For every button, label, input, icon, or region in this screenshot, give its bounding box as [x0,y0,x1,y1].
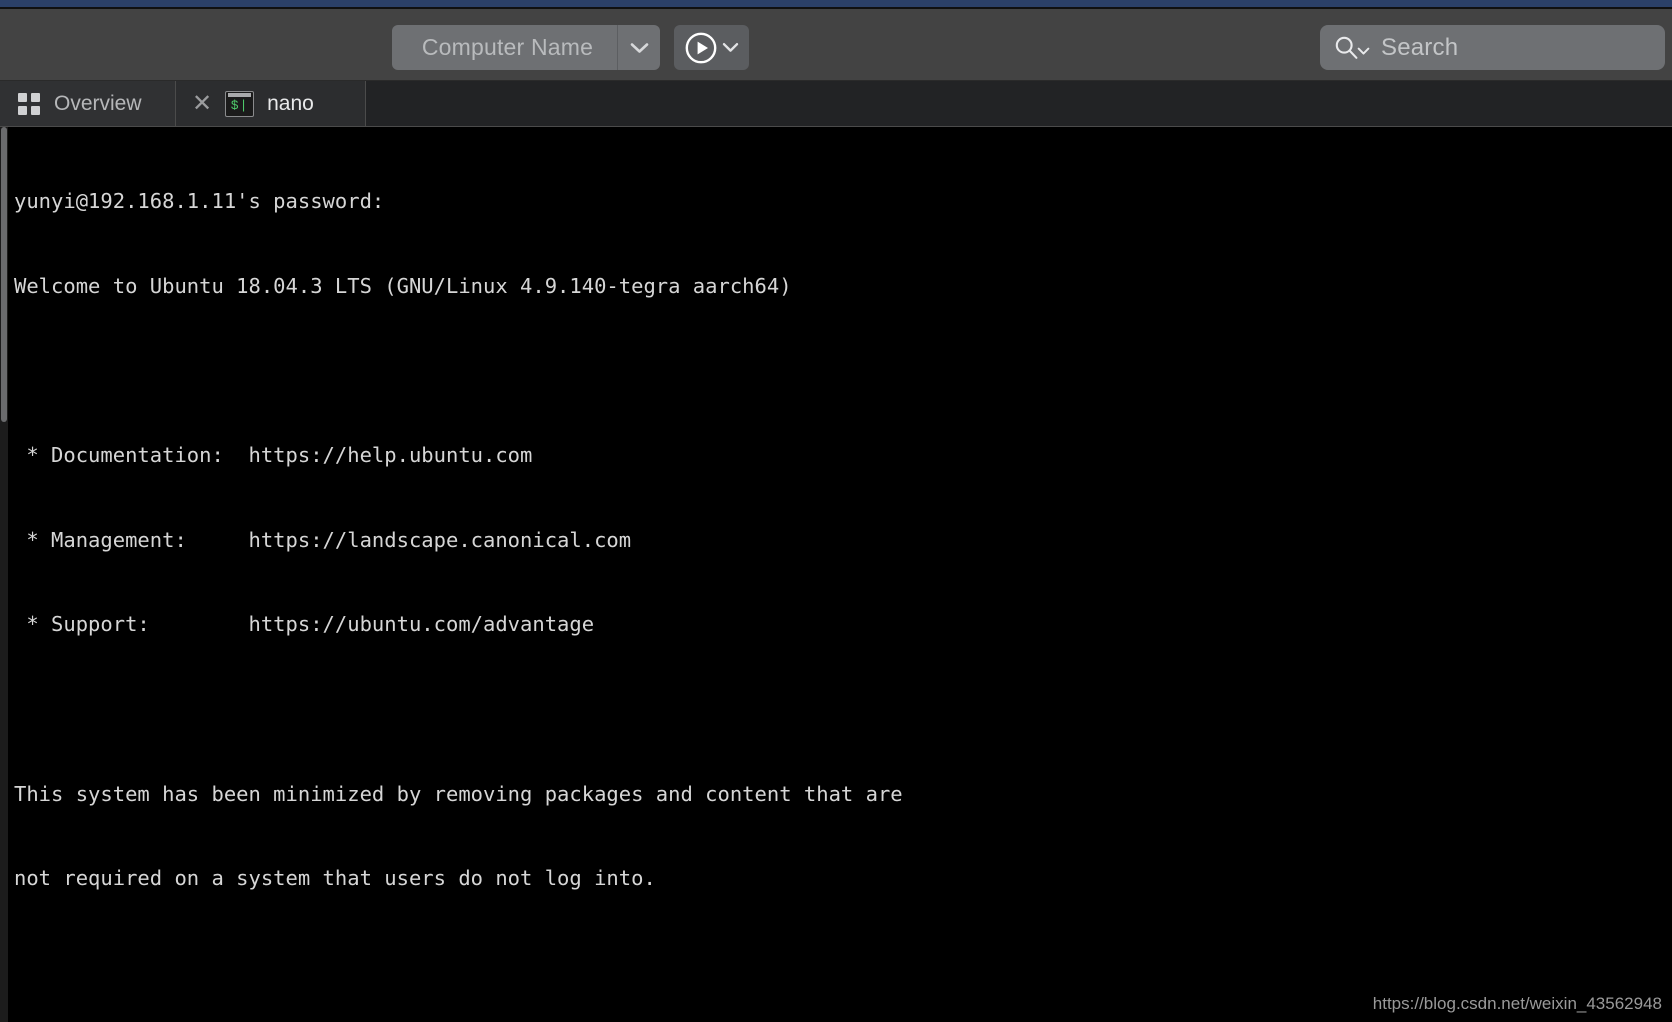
play-circle-icon [685,32,717,63]
computer-name-value: Computer Name [421,34,594,60]
terminal-line: This system has been minimized by removi… [14,781,903,806]
tab-overview[interactable]: Overview [0,81,176,126]
tab-bar: Overview ✕ $| nano [0,81,1672,127]
terminal-output: yunyi@192.168.1.11's password: Welcome t… [14,131,1662,1022]
tab-overview-label: Overview [54,91,142,115]
terminal-line: * Management: https://landscape.canonica… [14,527,632,552]
search-placeholder: Search [1381,33,1459,61]
terminal-line: yunyi@192.168.1.11's password: [14,189,385,214]
toolbar: Computer Name Search [0,9,1672,81]
search-input[interactable]: Search [1320,25,1665,70]
search-icon [1335,36,1358,59]
grid-2x2-icon [18,92,40,115]
terminal-line: not required on a system that users do n… [14,866,656,891]
terminal-icon: $| [225,90,255,117]
run-button[interactable] [674,25,749,70]
chevron-down-icon[interactable] [618,42,660,54]
terminal-pane[interactable]: yunyi@192.168.1.11's password: Welcome t… [0,127,1672,1022]
tab-nano[interactable]: ✕ $| nano [176,81,366,126]
terminal-line: Welcome to Ubuntu 18.04.3 LTS (GNU/Linux… [14,274,792,299]
tab-nano-label: nano [267,91,314,115]
terminal-line: * Support: https://ubuntu.com/advantage [14,612,595,637]
tab-bar-empty-area [366,81,1672,126]
terminal-icon-prompt: $| [230,98,249,113]
terminal-line: * Documentation: https://help.ubuntu.com [14,443,533,468]
application-window: Computer Name Search Overview ✕ $| nano … [0,0,1672,1022]
computer-name-combobox[interactable]: Computer Name [392,25,660,70]
chevron-down-icon [722,43,739,52]
chevron-down-icon [1357,47,1370,55]
desktop-background-strip [0,0,1672,7]
terminal-scrollbar[interactable] [0,127,8,1022]
watermark-text: https://blog.csdn.net/weixin_43562948 [1372,994,1662,1013]
terminal-scrollbar-thumb[interactable] [1,127,7,422]
close-icon[interactable]: ✕ [192,91,212,116]
